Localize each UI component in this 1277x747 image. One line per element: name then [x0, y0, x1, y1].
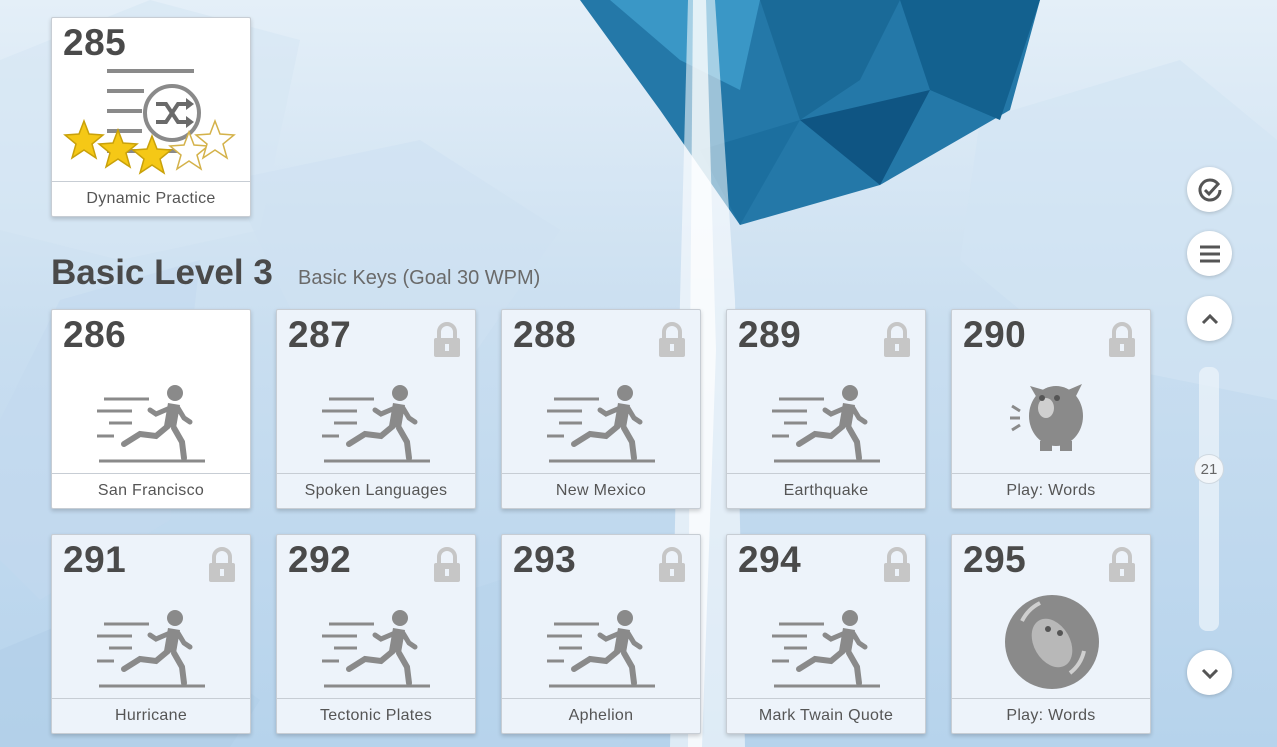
- runner-icon: [97, 610, 205, 688]
- star-filled: [97, 127, 139, 169]
- lesson-title: Mark Twain Quote: [727, 698, 925, 733]
- monster-game-icon: [1010, 384, 1083, 451]
- runner-icon: [772, 385, 880, 463]
- scroll-down-button[interactable]: [1187, 650, 1232, 695]
- scroll-position-label: 21: [1200, 460, 1218, 478]
- scroll-track[interactable]: [1199, 367, 1219, 631]
- check-circle-button[interactable]: [1187, 167, 1232, 212]
- lesson-card-290[interactable]: 290 Play: Words: [951, 309, 1151, 509]
- runner-icon: [97, 385, 205, 463]
- lesson-title: Hurricane: [52, 698, 250, 733]
- lesson-title: Play: Words: [952, 698, 1150, 733]
- lesson-card-287[interactable]: 287 Spoken Languages: [276, 309, 476, 509]
- lesson-card-285[interactable]: 285 Dynamic Practice: [51, 17, 251, 217]
- runner-icon: [322, 610, 430, 688]
- menu-icon: [1199, 245, 1220, 262]
- lock-icon: [434, 547, 460, 582]
- scroll-up-button[interactable]: [1187, 296, 1232, 341]
- lesson-title: Dynamic Practice: [52, 181, 250, 216]
- runner-icon: [772, 610, 880, 688]
- runner-icon: [547, 385, 655, 463]
- menu-button[interactable]: [1187, 231, 1232, 276]
- lesson-title: New Mexico: [502, 473, 700, 508]
- lesson-card-291[interactable]: 291 Hurricane: [51, 534, 251, 734]
- section-subtitle: Basic Keys (Goal 30 WPM): [298, 267, 541, 289]
- lock-icon: [884, 547, 910, 582]
- bubble-creature-game-icon: [1005, 595, 1099, 689]
- lock-icon: [659, 322, 685, 357]
- lesson-card-294[interactable]: 294 Mark Twain Quote: [726, 534, 926, 734]
- star-rating: [63, 118, 236, 175]
- lesson-number: 289: [738, 314, 802, 355]
- star-filled: [63, 118, 105, 160]
- star-empty: [194, 118, 236, 160]
- lesson-title: Aphelion: [502, 698, 700, 733]
- lesson-number: 288: [513, 314, 577, 355]
- check-circle-icon: [1198, 178, 1221, 201]
- lesson-number: 285: [63, 22, 127, 63]
- lesson-title: Spoken Languages: [277, 473, 475, 508]
- scroll-thumb[interactable]: 21: [1194, 454, 1224, 484]
- runner-icon: [322, 385, 430, 463]
- lock-icon: [434, 322, 460, 357]
- lesson-card-293[interactable]: 293 Aphelion: [501, 534, 701, 734]
- lesson-card-292[interactable]: 292 Tectonic Plates: [276, 534, 476, 734]
- section-title: Basic Level 3: [51, 253, 273, 292]
- lesson-title: Play: Words: [952, 473, 1150, 508]
- chevron-up-icon: [1201, 313, 1218, 324]
- lock-icon: [1109, 547, 1135, 582]
- lesson-number: 286: [63, 314, 127, 355]
- lesson-number: 294: [738, 539, 802, 580]
- lesson-number: 291: [63, 539, 127, 580]
- lesson-card-288[interactable]: 288 New Mexico: [501, 309, 701, 509]
- lock-icon: [884, 322, 910, 357]
- star-filled: [131, 133, 173, 175]
- lesson-number: 290: [963, 314, 1027, 355]
- runner-icon: [547, 610, 655, 688]
- lesson-card-286[interactable]: 286 San Francisco: [51, 309, 251, 509]
- lesson-number: 287: [288, 314, 352, 355]
- lesson-number: 293: [513, 539, 577, 580]
- chevron-down-icon: [1201, 668, 1218, 679]
- lesson-card-289[interactable]: 289 Earthquake: [726, 309, 926, 509]
- lock-icon: [659, 547, 685, 582]
- lesson-number: 292: [288, 539, 352, 580]
- lock-icon: [1109, 322, 1135, 357]
- lesson-card-295[interactable]: 295 Play: Words: [951, 534, 1151, 734]
- lesson-title: Earthquake: [727, 473, 925, 508]
- lesson-title: San Francisco: [52, 473, 250, 508]
- lesson-number: 295: [963, 539, 1027, 580]
- lock-icon: [209, 547, 235, 582]
- lesson-title: Tectonic Plates: [277, 698, 475, 733]
